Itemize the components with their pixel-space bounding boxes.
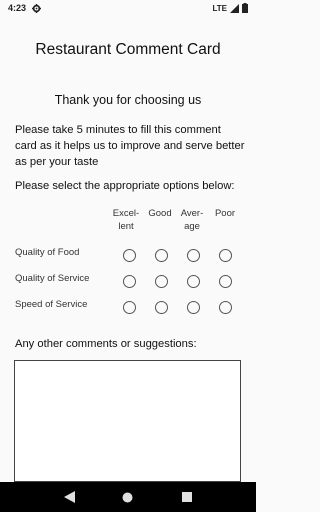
radio-service-average[interactable] — [187, 275, 200, 288]
comments-textarea[interactable] — [14, 360, 241, 482]
gear-icon — [32, 3, 42, 13]
column-header-average: Aver- age — [180, 208, 204, 232]
page-title: Restaurant Comment Card — [35, 41, 221, 58]
navigation-bar — [0, 482, 256, 512]
column-header-good: Good — [148, 208, 172, 219]
radio-speed-excellent[interactable] — [123, 301, 136, 314]
row-label-quality-of-food: Quality of Food — [15, 247, 80, 258]
radio-food-excellent[interactable] — [123, 249, 136, 262]
network-type: LTE — [212, 3, 227, 13]
status-time: 4:23 — [8, 3, 27, 13]
radio-food-average[interactable] — [187, 249, 200, 262]
comments-label: Any other comments or suggestions: — [15, 338, 197, 350]
row-label-quality-of-service: Quality of Service — [15, 273, 90, 284]
signal-icon — [230, 3, 239, 13]
home-circle-icon[interactable] — [121, 490, 135, 504]
radio-speed-good[interactable] — [155, 301, 168, 314]
instruction-text: Please select the appropriate options be… — [15, 180, 235, 192]
battery-icon — [242, 3, 248, 13]
comment-card: Restaurant Comment Card Thank you for ch… — [0, 16, 256, 482]
thanks-heading: Thank you for choosing us — [54, 93, 202, 107]
radio-service-excellent[interactable] — [123, 275, 136, 288]
radio-speed-average[interactable] — [187, 301, 200, 314]
radio-service-poor[interactable] — [219, 275, 232, 288]
radio-food-poor[interactable] — [219, 249, 232, 262]
radio-speed-poor[interactable] — [219, 301, 232, 314]
intro-text: Please take 5 minutes to fill this comme… — [15, 124, 245, 168]
recents-square-icon[interactable] — [180, 490, 194, 504]
back-triangle-icon[interactable] — [62, 490, 76, 504]
row-label-speed-of-service: Speed of Service — [15, 299, 88, 310]
status-bar: 4:23 LTE — [0, 0, 256, 16]
radio-service-good[interactable] — [155, 275, 168, 288]
column-header-poor: Poor — [214, 208, 236, 219]
radio-food-good[interactable] — [155, 249, 168, 262]
column-header-excellent: Excel- lent — [112, 208, 140, 232]
